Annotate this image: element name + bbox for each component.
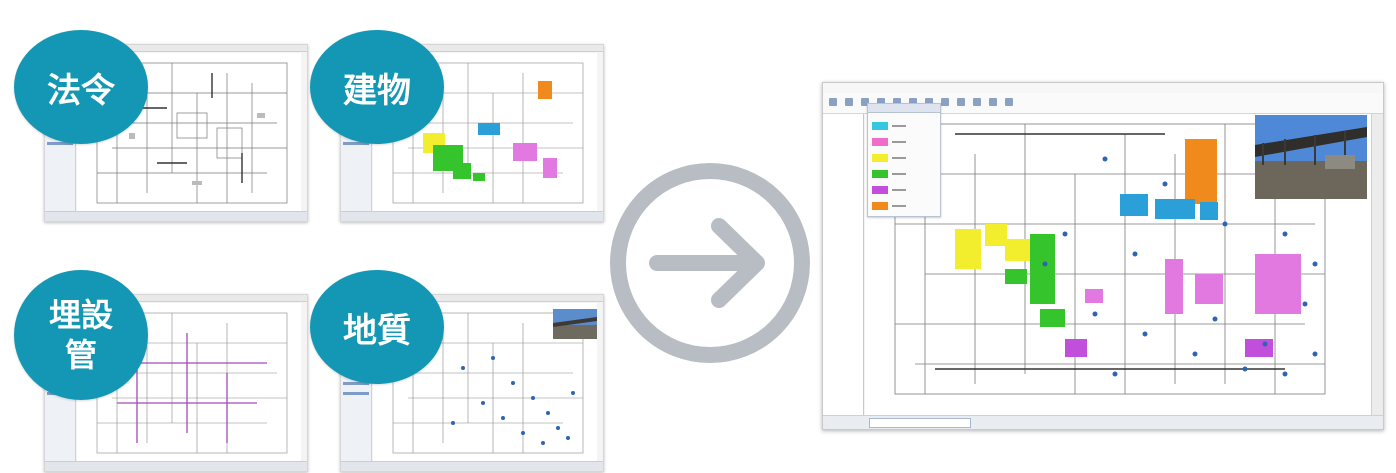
legend-row xyxy=(872,154,936,163)
integrated-gis-window xyxy=(822,82,1384,430)
legend-row xyxy=(872,186,936,195)
toolbar-icon[interactable] xyxy=(829,98,837,106)
vertical-scrollbar[interactable] xyxy=(1371,114,1383,415)
legend-row xyxy=(872,138,936,147)
badge-geology-label: 地質 xyxy=(343,310,411,351)
layer-tree-pane xyxy=(823,114,864,415)
window-statusbar xyxy=(45,461,307,471)
site-photo-thumbnail xyxy=(553,309,597,339)
legend-row xyxy=(872,202,936,211)
legend-row xyxy=(872,170,936,179)
window-statusbar xyxy=(45,211,307,221)
circled-right-arrow-icon xyxy=(607,160,813,366)
window-statusbar xyxy=(341,461,603,471)
window-statusbar xyxy=(341,211,603,221)
site-photo-overlay[interactable] xyxy=(1255,115,1367,199)
badge-regulations: 法令 xyxy=(14,30,148,144)
badge-geology: 地質 xyxy=(310,270,444,384)
badge-regulations-label: 法令 xyxy=(47,70,115,111)
layer-legend-panel[interactable] xyxy=(867,103,941,217)
sheet-tab[interactable] xyxy=(869,418,971,428)
badge-buildings: 建物 xyxy=(310,30,444,144)
legend-header xyxy=(868,104,940,113)
toolbar-icon[interactable] xyxy=(973,98,981,106)
toolbar-icon[interactable] xyxy=(989,98,997,106)
badge-buried-pipes-line1: 埋設 xyxy=(48,296,113,334)
legend-row xyxy=(872,122,936,131)
toolbar-icon[interactable] xyxy=(941,98,949,106)
toolbar-icon[interactable] xyxy=(845,98,853,106)
badge-buried-pipes-line2: 管 xyxy=(64,336,97,374)
toolbar-icon[interactable] xyxy=(1005,98,1013,106)
badge-buildings-label: 建物 xyxy=(343,70,411,111)
toolbar-icon[interactable] xyxy=(957,98,965,106)
window-statusbar xyxy=(823,415,1383,429)
badge-buried-pipes: 埋設 管 xyxy=(14,270,148,400)
